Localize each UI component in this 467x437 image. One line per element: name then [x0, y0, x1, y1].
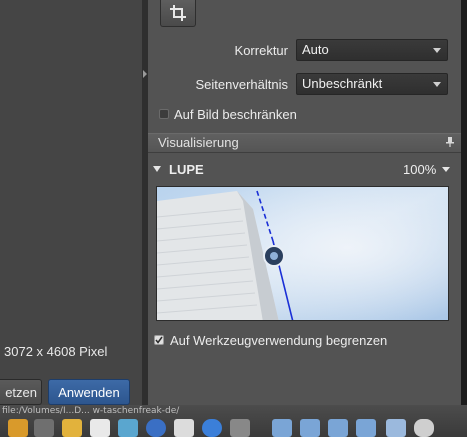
loupe-label: LUPE	[169, 162, 204, 177]
apply-button[interactable]: Anwenden	[48, 379, 130, 405]
checkmark-icon	[155, 336, 163, 344]
constrain-to-image-label: Auf Bild beschränken	[174, 107, 297, 122]
disclosure-triangle-icon[interactable]	[153, 166, 161, 172]
chevron-down-icon	[433, 82, 441, 87]
window-edge	[461, 0, 467, 437]
constrain-to-image-checkbox[interactable]	[159, 109, 169, 119]
pin-icon[interactable]	[446, 137, 454, 147]
image-dimensions: 3072 x 4608 Pixel	[4, 344, 108, 359]
app-icon[interactable]	[34, 419, 54, 437]
loupe-preview[interactable]	[156, 186, 449, 321]
app-icon[interactable]	[230, 419, 250, 437]
safari-app-icon[interactable]	[146, 419, 166, 437]
correction-select[interactable]: Auto	[296, 39, 448, 61]
visualization-title: Visualisierung	[158, 135, 239, 150]
crop-tool-button[interactable]	[160, 0, 196, 27]
status-path: file:/Volumes/I...D... w-taschenfreak-de…	[2, 406, 180, 416]
limit-tool-checkbox[interactable]	[154, 335, 164, 345]
folder-icon[interactable]	[356, 419, 376, 437]
browser-app-icon[interactable]	[118, 419, 138, 437]
gear-app-icon[interactable]	[8, 419, 28, 437]
reset-button[interactable]: etzen	[0, 379, 42, 405]
aspect-ratio-select[interactable]: Unbeschränkt	[296, 73, 448, 95]
aspect-ratio-value: Unbeschränkt	[302, 76, 383, 91]
correction-label: Korrektur	[234, 43, 288, 58]
folder-icon[interactable]	[386, 419, 406, 437]
folder-icon[interactable]	[272, 419, 292, 437]
trash-icon[interactable]	[414, 419, 434, 437]
document-app-icon[interactable]	[90, 419, 110, 437]
person-app-icon[interactable]	[62, 419, 82, 437]
calendar-app-icon[interactable]	[174, 419, 194, 437]
correction-value: Auto	[302, 42, 329, 57]
crop-icon	[170, 5, 186, 21]
folder-icon[interactable]	[300, 419, 320, 437]
aspect-ratio-label: Seitenverhältnis	[195, 77, 289, 92]
app-store-icon[interactable]	[202, 419, 222, 437]
loupe-image	[157, 187, 448, 320]
chevron-down-icon	[433, 48, 441, 53]
folder-icon[interactable]	[328, 419, 348, 437]
zoom-dropdown-icon[interactable]	[442, 167, 450, 172]
limit-tool-label: Auf Werkzeugverwendung begrenzen	[170, 333, 388, 348]
expand-arrow-icon[interactable]	[143, 70, 147, 78]
loupe-zoom-value[interactable]: 100%	[403, 162, 436, 177]
